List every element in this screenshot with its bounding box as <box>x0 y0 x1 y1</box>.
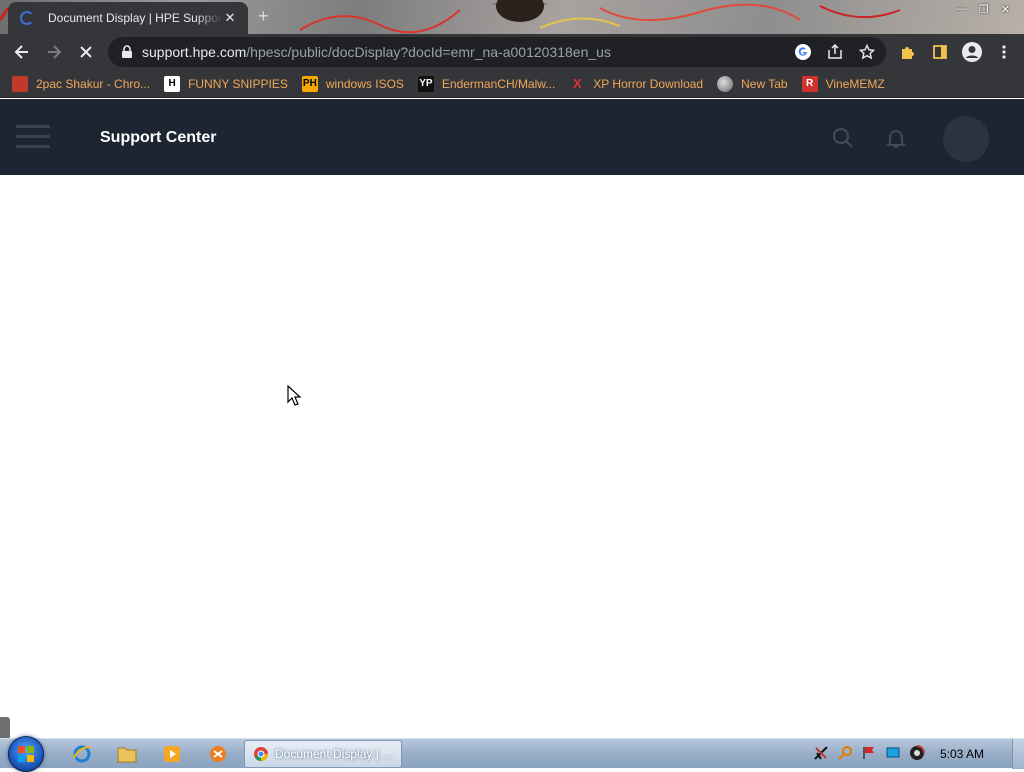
hamburger-line <box>16 125 50 128</box>
share-icon <box>828 44 842 59</box>
tray-app-button[interactable] <box>812 744 830 762</box>
bookmark-item[interactable]: 2pac Shakur - Chro... <box>12 73 150 95</box>
google-icon <box>795 44 811 60</box>
taskbar-clock[interactable]: 5:03 AM <box>940 747 984 761</box>
bookmark-item[interactable]: New Tab <box>717 73 788 95</box>
close-window-button[interactable]: ✕ <box>1001 3 1010 16</box>
bookmark-label: XP Horror Download <box>593 76 704 91</box>
chrome-taskbar-button[interactable]: Document Display | ... <box>244 740 402 768</box>
side-panel-icon <box>933 45 947 59</box>
address-url: support.hpe.com/hpesc/public/docDisplay?… <box>142 44 611 60</box>
extensions-button[interactable] <box>892 36 924 68</box>
tray-checkmark-icon <box>814 746 828 760</box>
browser-toolbar: support.hpe.com/hpesc/public/docDisplay?… <box>0 34 1024 70</box>
restore-button[interactable]: ❐ <box>979 3 989 16</box>
loading-spinner-icon <box>20 11 34 25</box>
bookmark-icon-h: H <box>164 75 181 92</box>
media-player-taskbar-button[interactable] <box>152 742 192 766</box>
lock-icon <box>122 45 132 58</box>
browser-tab-active[interactable]: Document Display | HPE Support ✕ <box>8 2 248 34</box>
explorer-taskbar-button[interactable] <box>107 742 147 766</box>
scrollbar-thumb[interactable] <box>0 717 10 738</box>
hamburger-line <box>16 135 50 138</box>
star-icon <box>859 44 875 60</box>
show-desktop-button[interactable] <box>1012 739 1024 769</box>
bookmark-icon-x: X <box>572 76 582 91</box>
share-button[interactable] <box>822 39 848 65</box>
bookmark-item[interactable]: YP EndermanCH/Malw... <box>417 73 556 95</box>
volume-button[interactable] <box>908 744 926 762</box>
site-header: Support Center <box>0 99 1024 175</box>
bookmark-icon-globe <box>717 75 734 92</box>
bookmark-label: 2pac Shakur - Chro... <box>36 76 151 91</box>
start-button[interactable] <box>8 736 44 772</box>
bookmark-label: EndermanCH/Malw... <box>441 76 556 91</box>
url-path: /hpesc/public/docDisplay?docId=emr_na-a0… <box>246 44 611 60</box>
back-button[interactable] <box>6 36 38 68</box>
tab-close-icon[interactable]: ✕ <box>222 10 238 26</box>
bookmark-star-button[interactable] <box>854 39 880 65</box>
bookmark-label: VineMEMZ <box>825 76 885 91</box>
side-panel-button[interactable] <box>924 36 956 68</box>
page-content-loading <box>0 175 1024 738</box>
internet-explorer-taskbar-button[interactable] <box>62 742 102 766</box>
close-icon <box>80 46 92 58</box>
new-tab-button[interactable]: + <box>258 6 269 27</box>
bookmark-item[interactable]: R VineMEMZ <box>801 73 885 95</box>
profile-icon <box>962 42 982 62</box>
media-player-icon <box>164 746 180 762</box>
search-icon[interactable] <box>832 127 854 149</box>
bookmarks-bar: 2pac Shakur - Chro... H FUNNY SNIPPIES PH wi… <box>0 70 1024 98</box>
app-taskbar-button[interactable] <box>198 742 238 766</box>
site-title[interactable]: Support Center <box>100 129 216 147</box>
network-button[interactable] <box>884 744 902 762</box>
bookmark-label: New Tab <box>741 76 788 91</box>
folder-icon <box>117 747 137 763</box>
app-icon <box>210 746 226 762</box>
chrome-menu-button[interactable] <box>988 36 1020 68</box>
hamburger-menu-button[interactable] <box>16 125 50 149</box>
bookmark-item[interactable]: PH windows ISOS <box>301 73 404 95</box>
bookmark-icon-chrome-store <box>12 75 28 92</box>
bookmark-label: windows ISOS <box>325 76 404 91</box>
tab-title: Document Display | HPE Support <box>48 11 222 25</box>
user-avatar[interactable] <box>943 116 989 162</box>
chrome-icon <box>254 747 268 762</box>
window-controls: — ❐ ✕ <box>956 0 1010 18</box>
bookmark-icon-yp: YP <box>417 75 434 92</box>
bookmark-icon-r: R <box>801 75 818 92</box>
magnifier-icon <box>838 746 852 760</box>
profile-button[interactable] <box>956 36 988 68</box>
taskbar-task-label: Document Display | ... <box>275 747 393 761</box>
url-host: support.hpe.com <box>142 44 247 60</box>
monitor-icon <box>886 747 900 758</box>
bookmark-icon-ph: PH <box>301 75 318 92</box>
windows-taskbar: Document Display | ... 5:03 AM <box>0 736 1024 772</box>
forward-button[interactable] <box>38 36 70 68</box>
flag-icon <box>863 747 874 759</box>
bell-icon[interactable] <box>884 126 908 150</box>
title-bar: Document Display | HPE Support ✕ + — ❐ ✕ <box>0 0 1024 34</box>
arrow-right-icon <box>48 45 62 59</box>
kebab-menu-icon <box>1002 45 1006 59</box>
hamburger-line <box>16 145 50 148</box>
disc-icon <box>910 745 925 760</box>
mouse-cursor-icon <box>287 385 301 406</box>
google-lens-button[interactable] <box>790 39 816 65</box>
bookmark-item[interactable]: X XP Horror Download <box>569 73 703 95</box>
address-bar[interactable]: support.hpe.com/hpesc/public/docDisplay?… <box>108 37 886 67</box>
bookmark-item[interactable]: H FUNNY SNIPPIES <box>164 73 288 95</box>
omnibox-actions <box>790 37 880 67</box>
arrow-left-icon <box>14 45 28 59</box>
bookmark-label: FUNNY SNIPPIES <box>188 76 288 91</box>
stop-loading-button[interactable] <box>70 36 102 68</box>
windows-logo-icon <box>18 746 34 762</box>
puzzle-icon <box>902 47 914 59</box>
action-center-button[interactable] <box>860 744 878 762</box>
toolbar-right <box>892 36 1020 68</box>
internet-explorer-icon <box>73 745 91 763</box>
system-tray <box>812 744 926 762</box>
tray-search-button[interactable] <box>836 744 854 762</box>
minimize-button[interactable]: — <box>956 3 967 15</box>
